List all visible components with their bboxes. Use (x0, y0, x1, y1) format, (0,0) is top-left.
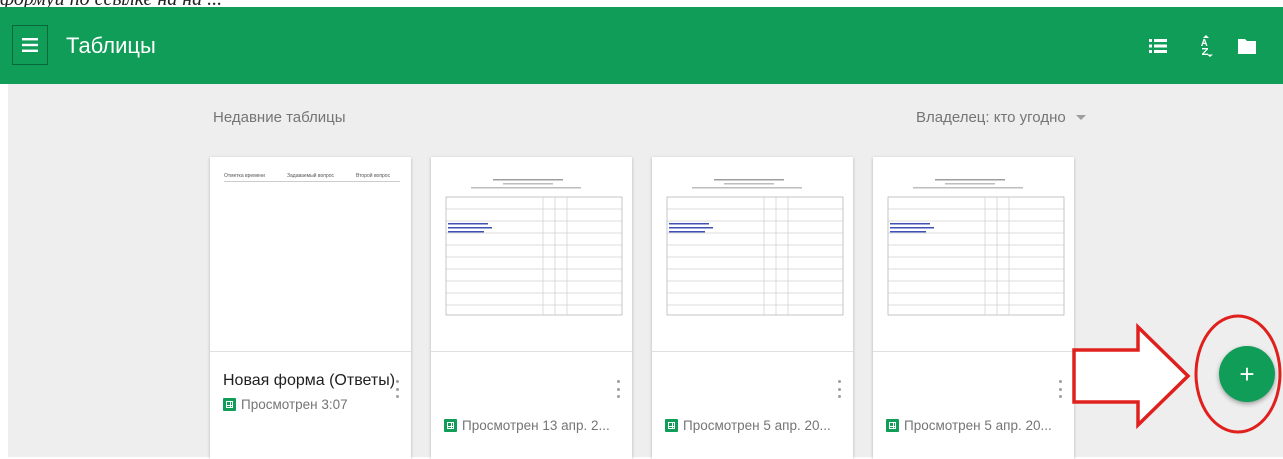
card-footer: Просмотрен 13 апр. 2... (431, 352, 632, 459)
preview-links (669, 223, 713, 233)
card-footer: Новая форма (Ответы) Просмотрен 3:07 (210, 352, 411, 459)
spreadsheet-thumbnail (873, 157, 1074, 352)
sheets-icon (223, 398, 236, 411)
create-spreadsheet-button[interactable]: + (1219, 346, 1275, 402)
thumb-header: Отметка времени (224, 173, 265, 179)
more-options-icon[interactable] (837, 380, 841, 398)
preview-heading (913, 179, 1023, 189)
spreadsheet-card[interactable]: Просмотрен 5 апр. 20... (652, 157, 853, 459)
owner-filter-dropdown[interactable]: Владелец: кто угодно (916, 109, 1086, 126)
section-title: Недавние таблицы (213, 109, 346, 126)
hamburger-menu-icon (22, 38, 38, 52)
app-title: Таблицы (66, 33, 156, 58)
card-meta: Просмотрен 13 апр. 2... (444, 418, 610, 433)
card-meta: Просмотрен 5 апр. 20... (886, 418, 1052, 433)
main-content: Недавние таблицы Владелец: кто угодно От… (8, 84, 1283, 459)
preview-grid (666, 196, 844, 316)
sort-az-icon[interactable] (1195, 35, 1217, 57)
card-title: Новая форма (Ответы) (223, 372, 396, 389)
caret-down-icon (1075, 115, 1086, 120)
more-options-icon[interactable] (1058, 380, 1062, 398)
preview-heading (692, 179, 802, 189)
sheets-icon (665, 419, 678, 432)
spreadsheet-thumbnail (652, 157, 853, 352)
spreadsheet-card[interactable]: Отметка времени Задаваемый вопрос Второй… (210, 157, 411, 459)
sheets-icon (886, 419, 899, 432)
spreadsheet-card[interactable]: Просмотрен 13 апр. 2... (431, 157, 632, 459)
menu-button[interactable] (12, 25, 48, 65)
preview-links (890, 223, 934, 233)
spreadsheet-thumbnail: Отметка времени Задаваемый вопрос Второй… (210, 157, 411, 352)
more-options-icon[interactable] (616, 380, 620, 398)
card-meta: Просмотрен 5 апр. 20... (665, 418, 831, 433)
preview-links (448, 223, 492, 233)
spreadsheet-thumbnail (431, 157, 632, 352)
list-view-icon[interactable] (1147, 35, 1169, 57)
more-options-icon[interactable] (395, 380, 399, 398)
thumb-header: Задаваемый вопрос (286, 173, 335, 179)
spreadsheet-preview (666, 179, 844, 316)
preview-grid (887, 196, 1065, 316)
card-meta-text: Просмотрен 3:07 (241, 397, 348, 412)
card-footer: Просмотрен 5 апр. 20... (652, 352, 853, 459)
preview-grid (445, 196, 623, 316)
card-meta-text: Просмотрен 13 апр. 2... (462, 418, 610, 433)
card-footer: Просмотрен 5 апр. 20... (873, 352, 1074, 459)
card-meta-text: Просмотрен 5 апр. 20... (683, 418, 831, 433)
spreadsheet-preview (887, 179, 1065, 316)
card-meta-text: Просмотрен 5 апр. 20... (904, 418, 1052, 433)
card-meta: Просмотрен 3:07 (223, 397, 348, 412)
folder-icon[interactable] (1236, 35, 1258, 57)
app-bar: Таблицы (0, 7, 1283, 84)
preview-heading (471, 179, 581, 189)
owner-filter-label: Владелец: кто угодно (916, 109, 1066, 126)
sheets-icon (444, 419, 457, 432)
spreadsheet-card[interactable]: Просмотрен 5 апр. 20... (873, 157, 1074, 459)
thumb-header: Второй вопрос (356, 173, 391, 179)
spreadsheet-preview (445, 179, 623, 316)
